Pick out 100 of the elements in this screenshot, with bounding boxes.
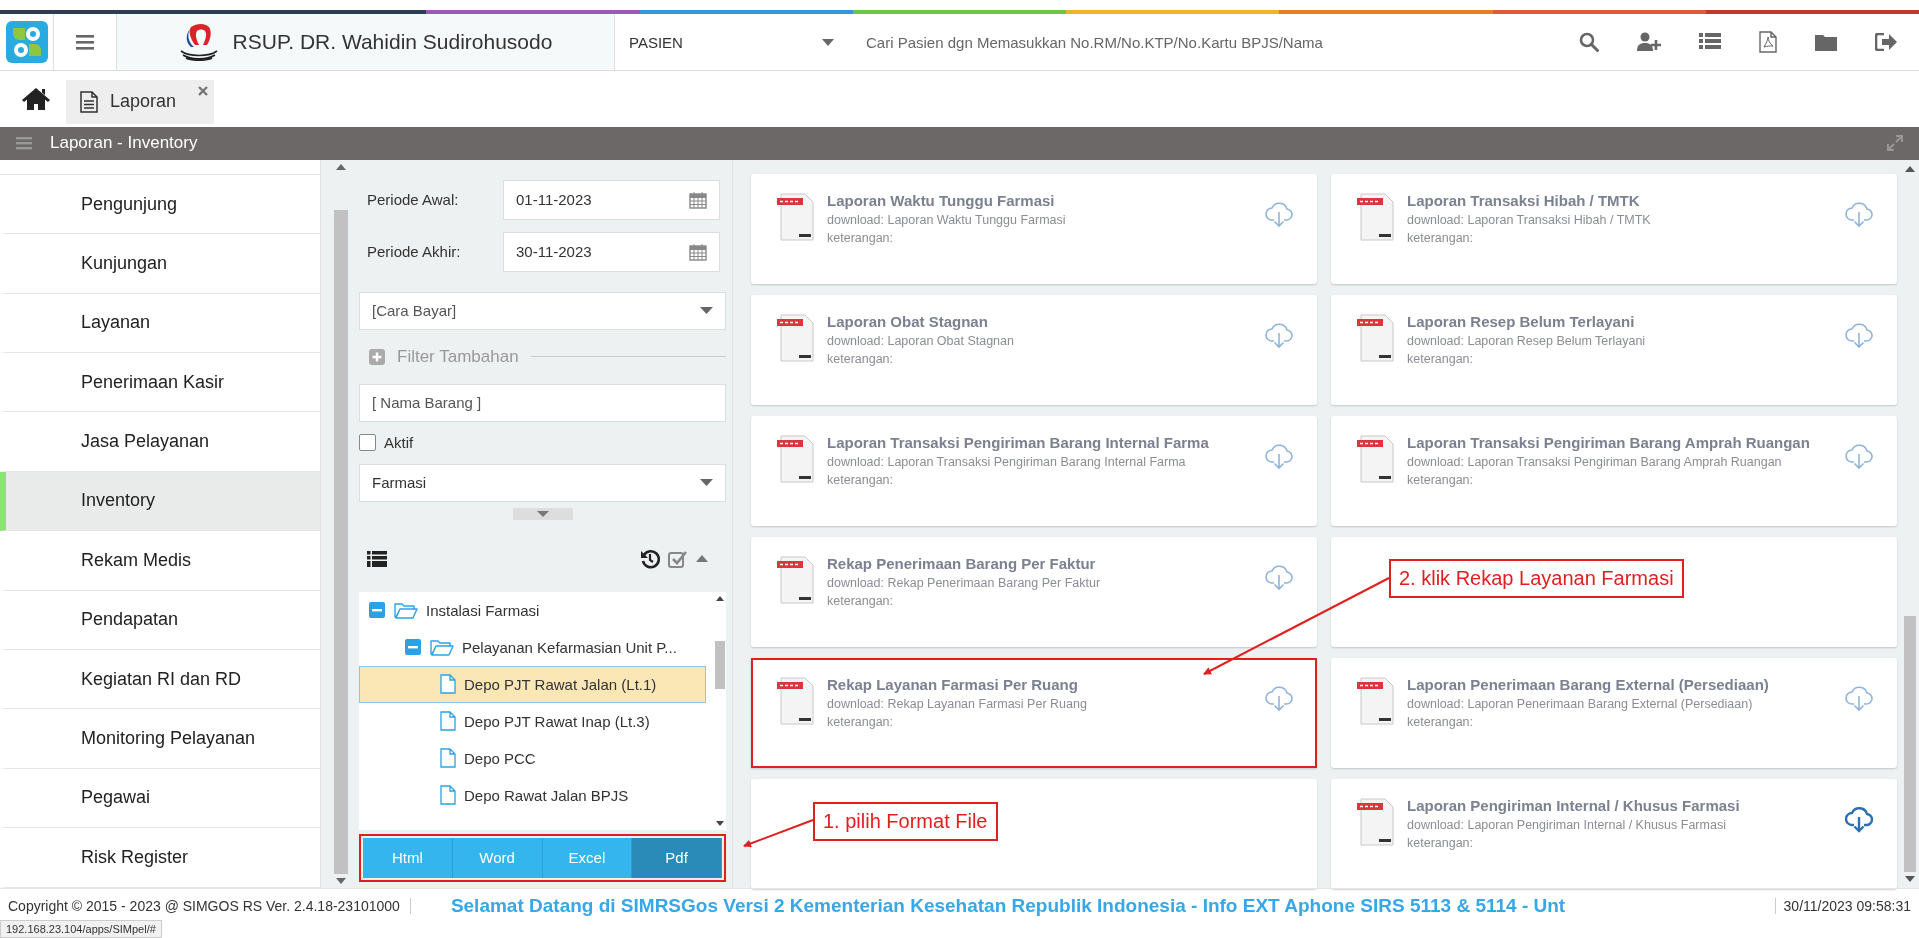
scroll-thumb[interactable] [1904,615,1916,872]
report-card[interactable]: Laporan Waktu Tunggu Farmasi download: Laporan Waktu Tunggu Farmasi keterangan: [751,173,1317,284]
search-icon[interactable] [1579,32,1599,53]
tree-item[interactable]: Depo PCC [359,739,706,777]
cloud-download-icon[interactable] [1265,322,1293,349]
tree-item[interactable]: Depo PJT Rawat Jalan (Lt.1) [359,665,706,703]
report-download-text: download: Rekap Layanan Farmasi Per Ruang [827,696,1088,711]
report-card[interactable]: Laporan Resep Belum Terlayani download: Laporan Resep Belum Terlayani keterangan: [1331,294,1897,405]
expand-icon[interactable] [1887,135,1903,152]
report-document-icon [1357,675,1395,726]
report-download-text: download: Laporan Resep Belum Terlayani [1407,333,1647,348]
format-button[interactable]: Pdf [632,837,722,878]
hospital-name: RSUP. DR. Wahidin Sudirohusodo [232,30,553,55]
item-name-field[interactable]: [ Nama Barang ] [359,383,726,422]
folder-icon [430,638,454,656]
cloud-download-icon[interactable] [1845,685,1873,712]
report-card[interactable]: Laporan Penerimaan Barang External (Persediaan) download: Laporan Penerimaan Barang External (Persediaan) keterangan: [1331,657,1897,768]
calendar-icon[interactable] [689,190,707,209]
period-label: Periode Akhir: [366,243,462,260]
report-card[interactable]: Laporan Transaksi Hibah / TMTK download: Laporan Transaksi Hibah / TMTK keterangan: [1331,173,1897,284]
report-title[interactable]: Laporan Obat Stagnan [827,312,1253,330]
announcement-ticker: Selamat Datang di SIMRSGos Versi 2 Kementerian Kesehatan Republik Indonesia - Info EXT Aphone SIRS 5113 & 5114 - Unt [449,895,1567,918]
collapse-icon[interactable] [368,601,386,619]
calendar-icon[interactable] [689,242,707,261]
cloud-download-icon[interactable] [1265,443,1293,470]
close-icon[interactable] [198,85,209,96]
date-field[interactable]: 01-11-2023 [503,179,720,220]
add-user-icon[interactable] [1637,32,1661,53]
scroll-thumb[interactable] [715,640,725,689]
cloud-download-icon[interactable] [1265,201,1293,228]
report-card[interactable]: Laporan Transaksi Pengiriman Barang Amprah Ruangan download: Laporan Transaksi Pengiriman Barang Amprah Ruangan keterangan: [1331,415,1897,526]
pdf-file-icon[interactable] [1759,31,1777,54]
scroll-up-icon[interactable] [1905,165,1915,172]
cloud-download-icon[interactable] [1265,564,1293,591]
active-checkbox[interactable] [359,434,376,451]
report-tab[interactable]: Laporan [66,79,215,124]
report-title[interactable]: Laporan Pengiriman Internal / Khusus Farmasi [1407,796,1833,814]
report-title[interactable]: Laporan Transaksi Pengiriman Barang Internal Farma [827,433,1253,451]
cloud-download-icon[interactable] [1845,443,1873,470]
report-download-text: download: Laporan Transaksi Pengiriman Barang Internal Farma [827,454,1187,469]
collapse-caret-icon[interactable] [696,555,708,562]
tree-item[interactable]: Pelayanan Kefarmasian Unit P... [359,628,706,666]
report-title[interactable]: Laporan Waktu Tunggu Farmasi [827,191,1253,209]
home-icon[interactable] [22,87,50,112]
scroll-down-icon[interactable] [1905,875,1915,882]
date-field[interactable]: 30-11-2023 [503,231,720,272]
cloud-download-icon[interactable] [1845,322,1873,349]
report-document-icon [1357,312,1395,363]
sidebar-item[interactable]: Inventory [0,471,320,532]
report-title[interactable]: Laporan Penerimaan Barang External (Persediaan) [1407,675,1833,693]
cloud-download-icon[interactable] [1845,201,1873,228]
document-icon [80,90,98,113]
report-card[interactable]: Laporan Pengiriman Internal / Khusus Farmasi download: Laporan Pengiriman Internal / Khusus Farmasi keterangan: [1331,778,1897,889]
tree-item[interactable]: Depo PJT Rawat Inap (Lt.3) [359,702,706,740]
scroll-down-icon[interactable] [716,820,724,826]
collapse-icon[interactable] [404,638,422,656]
list-icon[interactable] [367,550,387,567]
cloud-download-icon[interactable] [1265,685,1293,712]
history-icon[interactable] [640,548,660,569]
report-document-icon [777,191,815,242]
scroll-thumb[interactable] [334,209,348,874]
folder-icon [394,601,418,619]
report-document-icon [777,433,815,484]
copyright-text: Copyright © 2015 - 2023 @ SIMGOS RS Ver. 2.4.18-23101000 [8,898,411,915]
scroll-down-icon[interactable] [336,877,346,884]
report-card[interactable]: Laporan Transaksi Pengiriman Barang Internal Farma download: Laporan Transaksi Pengiriman Barang Internal Farma keterangan: [751,415,1317,526]
scroll-up-icon[interactable] [336,163,346,170]
report-note: keterangan: [1407,714,1475,729]
file-icon [440,674,456,694]
report-title[interactable]: Laporan Transaksi Pengiriman Barang Amprah Ruangan [1407,433,1833,451]
logout-icon[interactable] [1875,33,1897,52]
unit-select[interactable]: Farmasi [359,463,726,502]
collapse-handle[interactable] [512,507,573,520]
tree-item[interactable]: Depo Rawat Jalan BPJS [359,776,706,814]
tree-item-label: Pelayanan Kefarmasian Unit P... [462,638,677,656]
report-download-text: download: Laporan Pengiriman Internal / Khusus Farmasi [1407,817,1727,832]
tree-item-label: Depo PCC [464,749,536,767]
tree-item-label: Depo PJT Rawat Jalan (Lt.1) [464,675,657,693]
report-note: keterangan: [827,593,895,608]
scroll-up-icon[interactable] [716,595,724,601]
app-logo-icon[interactable] [4,20,49,65]
report-card[interactable]: Rekap Layanan Farmasi Per Ruang download: Rekap Layanan Farmasi Per Ruang keterangan: [751,657,1317,768]
report-document-icon [777,675,815,726]
annotation-arrow [743,819,814,848]
report-card[interactable]: Laporan Obat Stagnan download: Laporan Obat Stagnan keterangan: [751,294,1317,405]
tree-item[interactable]: Instalasi Farmasi [359,591,706,629]
report-title[interactable]: Rekap Layanan Farmasi Per Ruang [827,675,1253,693]
plus-icon[interactable] [369,348,385,365]
report-title[interactable]: Laporan Transaksi Hibah / TMTK [1407,191,1833,209]
payment-method-select[interactable]: [Cara Bayar] [359,291,726,330]
hospital-logo-icon [178,23,219,62]
report-title[interactable]: Rekap Penerimaan Barang Per Faktur [827,554,1253,572]
caret-icon [700,307,713,314]
patient-type-select[interactable]: PASIEN [615,13,848,71]
cloud-download-icon[interactable] [1845,806,1873,833]
folder-icon[interactable] [1815,33,1837,52]
report-title[interactable]: Laporan Resep Belum Terlayani [1407,312,1833,330]
tree-item-label: Depo PJT Rawat Inap (Lt.3) [464,712,650,730]
menu-icon[interactable] [76,34,94,50]
report-card[interactable]: Rekap Penerimaan Barang Per Faktur download: Rekap Penerimaan Barang Per Faktur keterangan: [751,536,1317,647]
